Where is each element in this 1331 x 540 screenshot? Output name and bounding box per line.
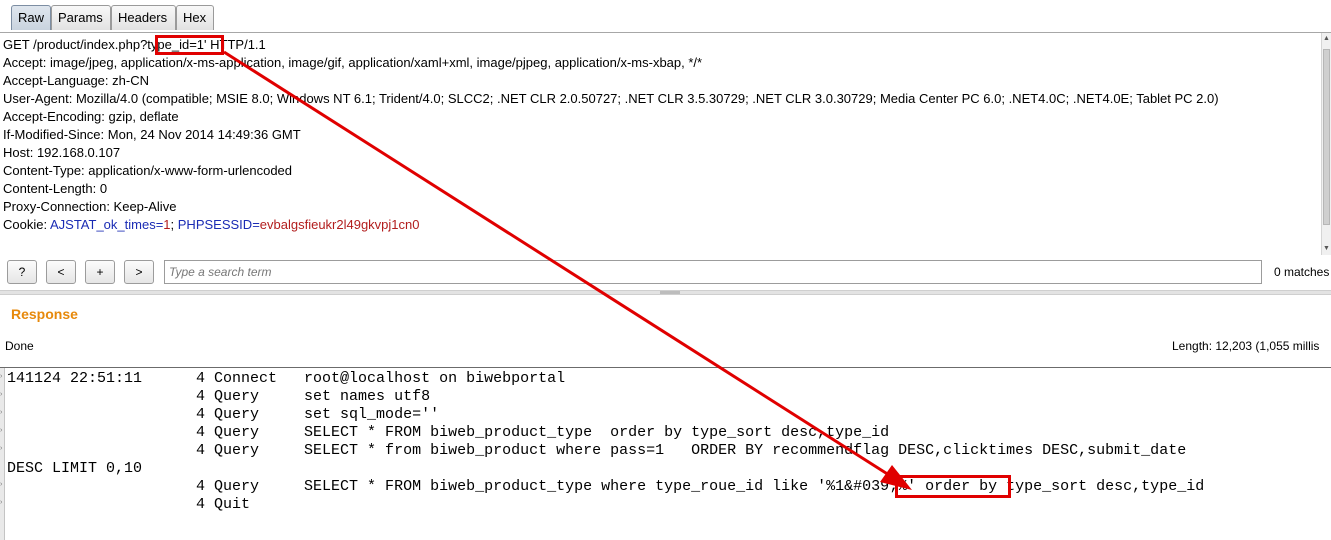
log-line: 4 Query set names utf8 [7, 388, 431, 405]
response-title: Response [11, 306, 78, 322]
message-tab-bar: Raw Params Headers Hex [0, 0, 1331, 33]
header-cookie: Cookie: AJSTAT_ok_times=1; PHPSESSID=evb… [3, 216, 420, 234]
cookie-value: 1 [163, 217, 171, 232]
request-line: GET /product/index.php?type_id=1' HTTP/1… [3, 36, 266, 54]
fold-marker-icon: › [0, 373, 3, 380]
response-status: Done [5, 339, 34, 353]
header-proxy-connection: Proxy-Connection: Keep-Alive [3, 199, 177, 214]
param-highlight-box [155, 35, 224, 55]
tab-headers[interactable]: Headers [111, 5, 176, 30]
add-search-button[interactable]: + [85, 260, 115, 284]
cookie-value: evbalgsfieukr2l49gkvpj1cn0 [259, 217, 420, 232]
tab-raw[interactable]: Raw [11, 5, 51, 30]
header-accept-encoding: Accept-Encoding: gzip, deflate [3, 109, 179, 124]
scroll-down-icon[interactable]: ▼ [1322, 243, 1331, 255]
request-method-path: GET /product/index.php? [3, 37, 148, 52]
search-bar: ? < + > 0 matches [0, 256, 1331, 290]
log-line: 4 Query SELECT * from biweb_product wher… [7, 442, 1187, 459]
tab-params[interactable]: Params [51, 5, 111, 30]
split-pane-divider[interactable] [0, 290, 1331, 295]
search-input[interactable] [164, 260, 1262, 284]
response-length: Length: 12,203 (1,055 millis [1172, 339, 1320, 353]
request-scrollbar[interactable]: ▲ ▼ [1321, 33, 1331, 255]
cookie-equals: = [252, 217, 260, 232]
previous-match-button[interactable]: < [46, 260, 76, 284]
query-highlight-box [895, 475, 1011, 498]
header-accept-language: Accept-Language: zh-CN [3, 73, 149, 88]
fold-marker-icon: › [0, 409, 3, 416]
cookie-name: AJSTAT_ok_times [49, 217, 156, 232]
cookie-separator: ; [170, 217, 178, 232]
header-content-length: Content-Length: 0 [3, 181, 108, 196]
fold-marker-icon: › [0, 391, 3, 398]
match-count: 0 matches [1274, 265, 1330, 279]
cookie-name: PHPSESSID [177, 217, 253, 232]
tab-hex[interactable]: Hex [176, 5, 214, 30]
cookie-label: Cookie: [3, 217, 50, 232]
log-line: 4 Query SELECT * FROM biweb_product_type… [7, 478, 1205, 495]
fold-marker-icon: › [0, 481, 3, 488]
divider-grip-icon[interactable] [660, 291, 680, 294]
log-line: 4 Query SELECT * FROM biweb_product_type… [7, 424, 890, 441]
header-if-modified-since: If-Modified-Since: Mon, 24 Nov 2014 14:4… [3, 127, 301, 142]
fold-marker-icon: › [0, 499, 3, 506]
log-line: 4 Query set sql_mode='' [7, 406, 440, 423]
raw-request-editor[interactable]: GET /product/index.php?type_id=1' HTTP/1… [0, 33, 1322, 255]
fold-marker-icon: › [0, 445, 3, 452]
fold-marker-icon: › [0, 427, 3, 434]
header-accept: Accept: image/jpeg, application/x-ms-app… [3, 55, 703, 70]
header-host: Host: 192.168.0.107 [3, 145, 121, 160]
log-line: DESC LIMIT 0,10 [7, 460, 143, 477]
next-match-button[interactable]: > [124, 260, 154, 284]
log-gutter: › › › › › › › [0, 368, 5, 540]
header-content-type: Content-Type: application/x-www-form-url… [3, 163, 293, 178]
mysql-query-log: › › › › › › › 141124 22:51:11 4 Connect … [0, 367, 1331, 540]
log-line: 4 Quit [7, 496, 251, 513]
help-button[interactable]: ? [7, 260, 37, 284]
scrollbar-thumb[interactable] [1323, 49, 1330, 225]
log-line: 141124 22:51:11 4 Connect root@localhost… [7, 370, 566, 387]
header-user-agent: User-Agent: Mozilla/4.0 (compatible; MSI… [3, 91, 1219, 106]
scroll-up-icon[interactable]: ▲ [1322, 33, 1331, 45]
